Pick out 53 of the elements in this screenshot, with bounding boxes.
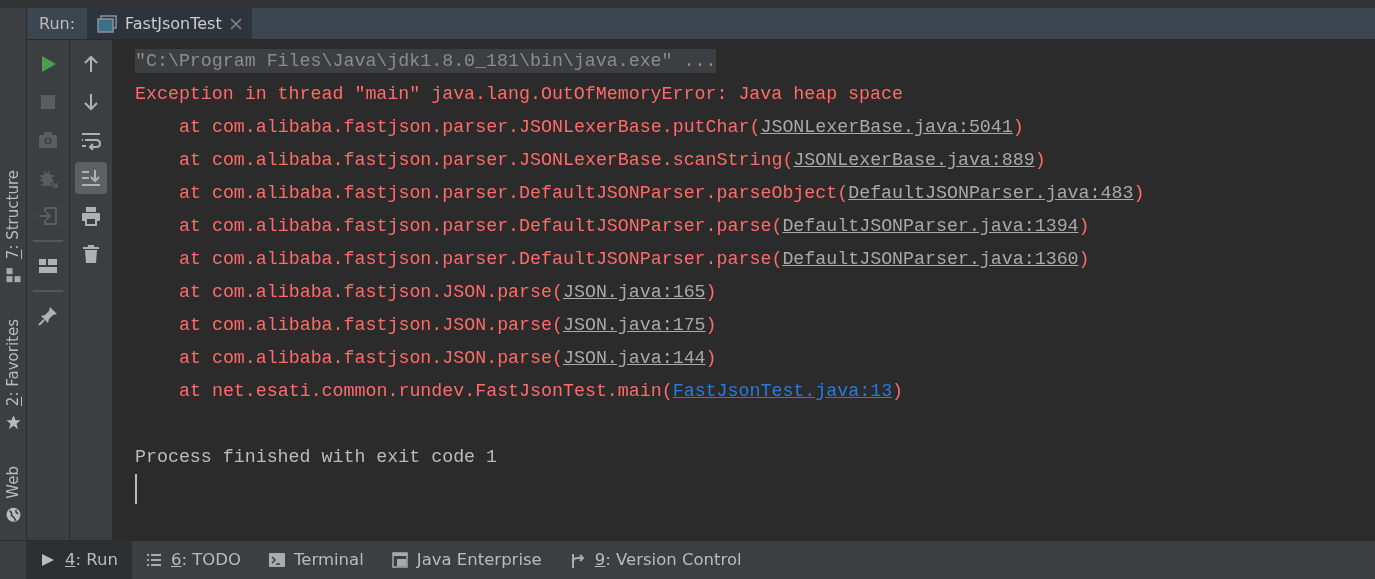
pin-icon <box>38 306 58 326</box>
structure-icon <box>5 267 21 284</box>
printer-icon <box>81 206 101 226</box>
text-cursor <box>135 474 137 504</box>
tool-window-tab[interactable]: 6: TODO <box>131 541 256 579</box>
tool-window-tab[interactable]: 9: Version Control <box>555 541 756 579</box>
stack-trace-line: at com.alibaba.fastjson.JSON.parse(JSON.java:175) <box>178 315 717 335</box>
stack-trace-line: at com.alibaba.fastjson.parser.JSONLexerBase.putChar(JSONLexerBase.java:5041) <box>178 117 1024 137</box>
layout-icon <box>38 256 58 276</box>
stack-trace-line: at com.alibaba.fastjson.parser.DefaultJSONParser.parse(DefaultJSONParser.java:1360) <box>178 249 1090 269</box>
source-link[interactable]: JSONLexerBase.java:5041 <box>760 117 1013 137</box>
source-link[interactable]: JSONLexerBase.java:889 <box>793 150 1035 170</box>
tool-window-tab[interactable]: 4: Run <box>26 541 132 579</box>
arrow-down-icon <box>81 92 101 112</box>
stack-trace-line: at com.alibaba.fastjson.parser.DefaultJSONParser.parseObject(DefaultJSONParser.java:483) <box>178 183 1145 203</box>
exit-message: Process finished with exit code 1 <box>135 447 498 467</box>
source-link[interactable]: FastJsonTest.java:13 <box>672 381 893 401</box>
tool-window-tab[interactable]: 2: Favorites <box>1 319 25 431</box>
toolbar-button[interactable] <box>75 162 107 194</box>
enter-icon <box>38 206 58 226</box>
run-tab[interactable]: FastJsonTest <box>87 8 252 39</box>
star-icon <box>5 414 21 431</box>
stack-trace-line: at com.alibaba.fastjson.parser.JSONLexerBase.scanString(JSONLexerBase.java:889) <box>178 150 1046 170</box>
tool-window-tab[interactable]: 7: Structure <box>1 170 25 284</box>
play-icon <box>40 552 56 568</box>
source-link[interactable]: DefaultJSONParser.java:1360 <box>782 249 1079 269</box>
tool-window-tab[interactable]: Java Enterprise <box>377 541 556 579</box>
bug-icon <box>38 168 58 188</box>
globe-icon <box>5 507 21 523</box>
enterprise-icon <box>391 552 408 568</box>
terminal-icon <box>269 552 286 568</box>
source-link[interactable]: JSON.java:165 <box>562 282 706 302</box>
scroll-end-icon <box>81 168 101 188</box>
source-link[interactable]: JSON.java:175 <box>562 315 706 335</box>
stop-icon <box>38 92 58 112</box>
source-link[interactable]: DefaultJSONParser.java:483 <box>848 183 1134 203</box>
tool-window-tab[interactable]: Web <box>1 466 25 523</box>
wrap-icon <box>81 130 101 150</box>
close-icon <box>229 17 242 30</box>
list-icon <box>145 552 162 568</box>
source-link[interactable]: JSON.java:144 <box>562 348 706 368</box>
window-icon <box>97 14 118 33</box>
stack-trace-line: at com.alibaba.fastjson.JSON.parse(JSON.java:165) <box>178 282 717 302</box>
branch-icon <box>569 552 586 568</box>
stack-trace-line: at net.esati.common.rundev.FastJsonTest.main(FastJsonTest.java:13) <box>178 381 904 401</box>
stack-trace-line: at com.alibaba.fastjson.JSON.parse(JSON.java:144) <box>178 348 717 368</box>
panel-label: Run: <box>38 12 77 35</box>
tool-window-tab[interactable]: Terminal <box>255 541 378 579</box>
camera-icon <box>38 130 58 150</box>
error-message: Exception in thread "main" java.lang.OutOfMemoryError: Java heap space <box>135 84 903 104</box>
source-link[interactable]: DefaultJSONParser.java:1394 <box>782 216 1079 236</box>
stack-trace-line: at com.alibaba.fastjson.parser.DefaultJSONParser.parse(DefaultJSONParser.java:1394) <box>178 216 1090 236</box>
trash-icon <box>81 244 101 264</box>
